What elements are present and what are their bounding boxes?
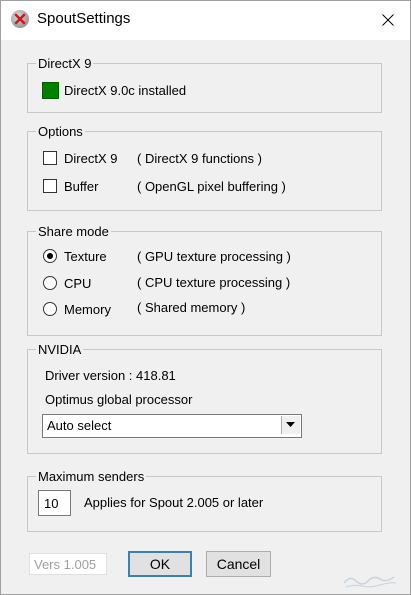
texture-description: ( GPU texture processing ) — [137, 249, 291, 264]
max-senders-value: 10 — [44, 496, 59, 511]
directx9-description: ( DirectX 9 functions ) — [137, 151, 262, 166]
cancel-button-label: Cancel — [216, 556, 261, 572]
share-mode-group-label: Share mode — [38, 224, 109, 239]
directx-status-text: DirectX 9.0c installed — [64, 83, 187, 98]
buffer-description: ( OpenGL pixel buffering ) — [137, 179, 286, 194]
close-button[interactable] — [365, 0, 411, 40]
buffer-checkbox[interactable] — [43, 179, 57, 193]
watermark-logo — [343, 576, 397, 588]
options-group: Options — [27, 124, 382, 211]
cpu-description: ( CPU texture processing ) — [137, 275, 291, 290]
nvidia-group-label: NVIDIA — [38, 342, 82, 357]
texture-radio[interactable] — [43, 249, 57, 263]
version-text: Vers 1.005 — [34, 557, 97, 572]
app-icon — [11, 10, 29, 28]
driver-version: Driver version : 418.81 — [45, 368, 176, 383]
chevron-down-icon — [286, 422, 295, 427]
texture-radio-label[interactable]: Texture — [64, 249, 107, 264]
window-title: SpoutSettings — [37, 10, 131, 27]
version-field: Vers 1.005 — [29, 553, 107, 575]
memory-description: ( Shared memory ) — [137, 300, 246, 315]
ok-button-label: OK — [149, 556, 171, 572]
radio-selected-dot — [47, 253, 53, 259]
directx-group-label: DirectX 9 — [38, 56, 92, 71]
buffer-checkbox-label[interactable]: Buffer — [64, 179, 98, 194]
processor-label: Optimus global processor — [45, 392, 193, 407]
memory-radio-label[interactable]: Memory — [64, 302, 111, 317]
cpu-radio[interactable] — [43, 276, 57, 290]
options-group-label: Options — [38, 124, 83, 139]
memory-radio[interactable] — [43, 302, 57, 316]
processor-selected-value: Auto select — [47, 418, 112, 433]
max-senders-note: Applies for Spout 2.005 or later — [84, 495, 264, 510]
directx9-checkbox-label[interactable]: DirectX 9 — [64, 151, 117, 166]
title-bar: SpoutSettings — [0, 0, 411, 40]
directx-status-indicator — [42, 82, 59, 99]
dropdown-arrow-button[interactable] — [281, 416, 300, 434]
max-senders-input[interactable]: 10 — [38, 490, 71, 516]
cpu-radio-label[interactable]: CPU — [64, 276, 91, 291]
ok-button[interactable]: OK — [128, 551, 192, 577]
max-senders-group-label: Maximum senders — [38, 469, 145, 484]
processor-dropdown[interactable]: Auto select — [42, 414, 302, 438]
cancel-button[interactable]: Cancel — [206, 551, 271, 577]
directx9-checkbox[interactable] — [43, 151, 57, 165]
close-icon — [382, 14, 394, 26]
